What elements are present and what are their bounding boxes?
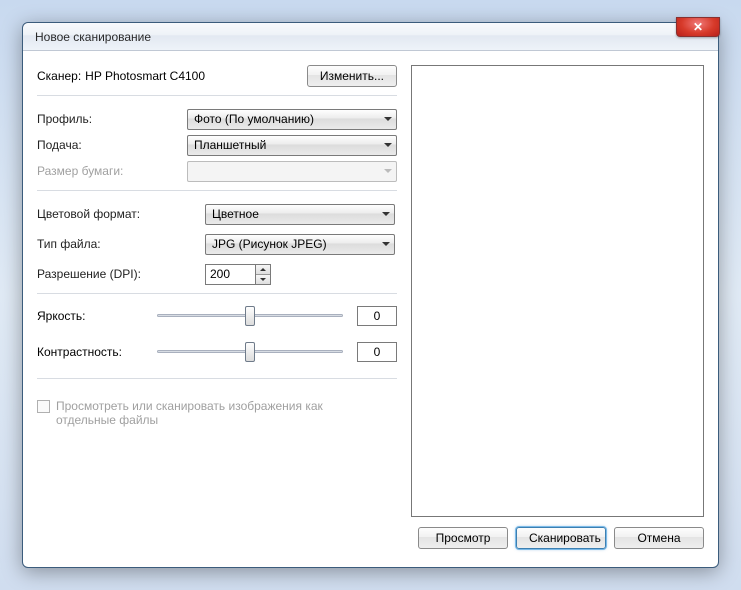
triangle-up-icon [260,268,266,271]
scanner-name: HP Photosmart C4100 [85,69,205,83]
separate-files-label: Просмотреть или сканировать изображения … [56,399,356,427]
window-title: Новое сканирование [35,30,151,44]
close-button[interactable]: ✕ [676,17,720,37]
file-type-value: JPG (Рисунок JPEG) [212,237,327,251]
scanner-label: Сканер: [37,69,81,83]
color-format-combo[interactable]: Цветное [205,204,395,225]
cancel-button[interactable]: Отмена [614,527,704,549]
spinner-up-button[interactable] [256,265,270,275]
spinner-down-button[interactable] [256,275,270,284]
source-value: Планшетный [194,138,266,152]
source-combo[interactable]: Планшетный [187,135,397,156]
color-format-value: Цветное [212,207,259,221]
chevron-down-icon [382,242,390,246]
slider-thumb[interactable] [245,342,255,362]
contrast-label: Контрастность: [37,345,157,359]
profile-label: Профиль: [37,112,187,126]
preview-button[interactable]: Просмотр [418,527,508,549]
source-label: Подача: [37,138,187,152]
file-type-label: Тип файла: [37,237,187,251]
separator [37,190,397,191]
scan-dialog: Новое сканирование ✕ Сканер: HP Photosma… [22,22,719,568]
brightness-label: Яркость: [37,309,157,323]
profile-value: Фото (По умолчанию) [194,112,314,126]
dialog-footer: Просмотр Сканировать Отмена [23,517,718,563]
slider-thumb[interactable] [245,306,255,326]
brightness-value-input[interactable] [357,306,397,326]
triangle-down-icon [260,278,266,281]
separator [37,293,397,294]
contrast-value-input[interactable] [357,342,397,362]
chevron-down-icon [384,169,392,173]
separator [37,95,397,96]
titlebar[interactable]: Новое сканирование ✕ [23,23,718,51]
profile-combo[interactable]: Фото (По умолчанию) [187,109,397,130]
settings-panel: Сканер: HP Photosmart C4100 Изменить... … [37,65,397,517]
file-type-combo[interactable]: JPG (Рисунок JPEG) [205,234,395,255]
paper-size-label: Размер бумаги: [37,164,187,178]
chevron-down-icon [384,117,392,121]
separator [37,378,397,379]
contrast-slider[interactable] [157,342,343,362]
chevron-down-icon [384,143,392,147]
separate-files-checkbox [37,400,50,413]
resolution-spinner[interactable] [205,264,271,285]
close-icon: ✕ [693,20,703,34]
preview-area [411,65,704,517]
chevron-down-icon [382,212,390,216]
change-scanner-button[interactable]: Изменить... [307,65,397,87]
color-format-label: Цветовой формат: [37,207,187,221]
paper-size-combo [187,161,397,182]
resolution-input[interactable] [205,264,255,285]
scan-button[interactable]: Сканировать [516,527,606,549]
brightness-slider[interactable] [157,306,343,326]
resolution-label: Разрешение (DPI): [37,267,187,281]
